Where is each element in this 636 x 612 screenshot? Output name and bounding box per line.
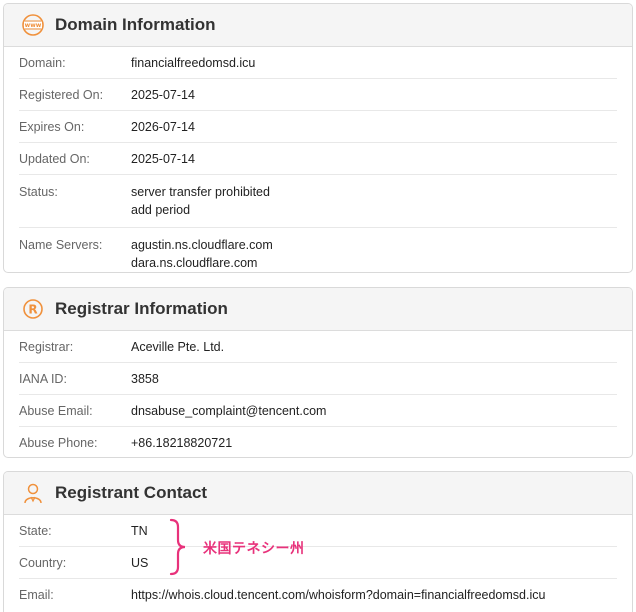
abuse-email-row: Abuse Email: dnsabuse_complaint@tencent.… (19, 395, 617, 427)
email-label: Email: (19, 588, 54, 602)
abuse-email-value: dnsabuse_complaint@tencent.com (131, 403, 327, 418)
updated-on-label: Updated On: (19, 151, 90, 166)
updated-on-value: 2025-07-14 (131, 151, 195, 166)
registered-on-value: 2025-07-14 (131, 87, 195, 102)
name-servers-values: agustin.ns.cloudflare.com dara.ns.cloudf… (131, 236, 273, 272)
name-servers-label: Name Servers: (19, 238, 103, 252)
expires-on-value: 2026-07-14 (131, 119, 195, 134)
registered-on-label: Registered On: (19, 87, 104, 102)
state-value: TN (131, 523, 148, 538)
svg-text:R: R (28, 303, 37, 317)
registrant-contact-card: Registrant Contact State: TN Country: US… (3, 471, 633, 612)
status-row: Status: server transfer prohibited add p… (19, 175, 617, 228)
domain-row: Domain: financialfreedomsd.icu (19, 47, 617, 79)
state-label: State: (19, 523, 52, 538)
status-label: Status: (19, 185, 58, 199)
email-row: Email: https://whois.cloud.tencent.com/w… (19, 579, 617, 611)
registered-mark-icon: R (21, 297, 45, 321)
annotation-note: 米国テネシー州 (203, 540, 305, 556)
domain-value: financialfreedomsd.icu (131, 55, 256, 70)
name-servers-row: Name Servers: agustin.ns.cloudflare.com … (19, 228, 617, 272)
abuse-phone-row: Abuse Phone: +86.18218820721 (19, 427, 617, 457)
registrar-information-title: Registrar Information (55, 299, 228, 318)
domain-information-title: Domain Information (55, 15, 216, 34)
registered-on-row: Registered On: 2025-07-14 (19, 79, 617, 111)
status-value: add period (131, 203, 191, 217)
iana-id-row: IANA ID: 3858 (19, 363, 617, 395)
state-row: State: TN (19, 515, 617, 547)
registrar-row: Registrar: Aceville Pte. Ltd. (19, 331, 617, 363)
name-server-value: dara.ns.cloudflare.com (131, 256, 258, 270)
country-value: US (131, 555, 149, 570)
registrar-information-card: R Registrar Information Registrar: Acevi… (3, 287, 633, 458)
abuse-email-label: Abuse Email: (19, 403, 93, 418)
registrant-contact-title: Registrant Contact (55, 483, 208, 502)
country-row: Country: US (19, 547, 617, 579)
www-globe-icon: www (21, 13, 45, 37)
name-server-value: agustin.ns.cloudflare.com (131, 238, 273, 252)
expires-on-row: Expires On: 2026-07-14 (19, 111, 617, 143)
status-value: server transfer prohibited (131, 185, 270, 199)
registrar-information-header: R Registrar Information (4, 288, 632, 331)
registrar-label: Registrar: (19, 339, 74, 354)
registrar-value: Aceville Pte. Ltd. (131, 339, 225, 354)
domain-information-header: www Domain Information (4, 4, 632, 47)
email-value[interactable]: https://whois.cloud.tencent.com/whoisfor… (131, 586, 545, 604)
country-label: Country: (19, 555, 67, 570)
domain-label: Domain: (19, 55, 66, 70)
updated-on-row: Updated On: 2025-07-14 (19, 143, 617, 175)
status-values: server transfer prohibited add period (131, 183, 270, 219)
annotation-brace (169, 518, 186, 576)
person-icon (21, 481, 45, 505)
abuse-phone-value: +86.18218820721 (131, 436, 233, 450)
svg-text:www: www (25, 22, 42, 29)
domain-information-card: www Domain Information Domain: financial… (3, 3, 633, 273)
abuse-phone-label: Abuse Phone: (19, 436, 98, 450)
iana-id-label: IANA ID: (19, 371, 67, 386)
iana-id-value: 3858 (131, 371, 159, 386)
expires-on-label: Expires On: (19, 119, 85, 134)
registrant-contact-header: Registrant Contact (4, 472, 632, 515)
